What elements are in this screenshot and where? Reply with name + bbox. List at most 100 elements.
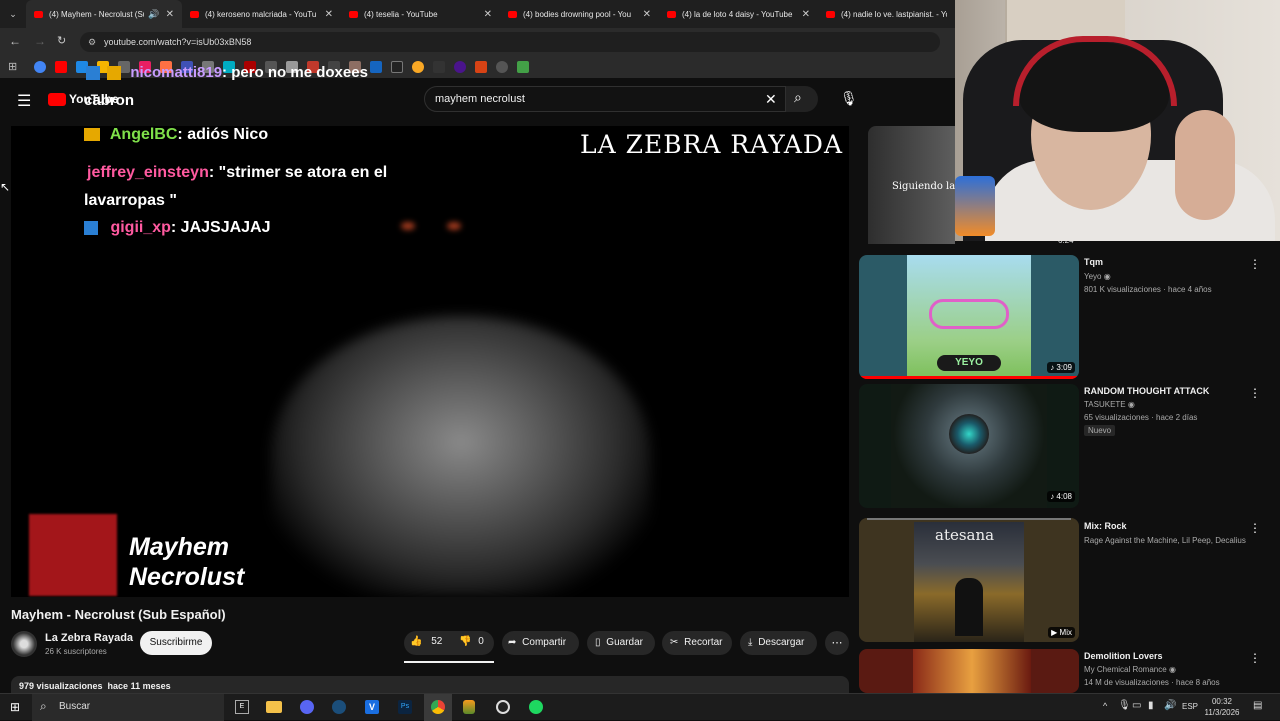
duration-badge: ♪ 3:09 (1047, 362, 1075, 373)
watch-progress-bar (859, 376, 1079, 379)
chrome-taskbar-button[interactable] (424, 694, 452, 721)
tab-bodies[interactable]: (4) bodies drowning pool - You ✕ (500, 0, 659, 28)
rec-title: RANDOM THOUGHT ATTACK (1084, 386, 1210, 396)
tray-chevron-icon[interactable]: ^ (1103, 701, 1107, 711)
recommendation-card[interactable]: YEYO ♪ 3:09 Tqm Yeyo ◉ 801 K visualizaci… (859, 255, 1271, 379)
url-input[interactable]: ⚙ youtube.com/watch?v=isUb03xBN58 (80, 32, 940, 52)
more-vertical-icon[interactable]: ⋮ (1249, 386, 1261, 400)
back-icon[interactable]: ← (9, 34, 21, 48)
channel-avatar[interactable] (11, 631, 37, 657)
recommendation-card[interactable]: atesana ▶ Mix Mix: Rock Rage Against the… (859, 518, 1271, 642)
mouse-cursor-icon: ↖ (0, 180, 11, 194)
top-recommendation-card[interactable]: Siguiendo la (868, 126, 955, 244)
language-indicator[interactable]: ESP (1182, 702, 1198, 711)
taskbar-search-input[interactable]: ⌕ Buscar (32, 694, 224, 721)
tab-nadie[interactable]: (4) nadie lo ve. lastpianist. - Yo (818, 0, 955, 28)
clear-search-icon[interactable]: ✕ (765, 87, 777, 111)
photoshop-icon[interactable]: Ps (398, 700, 412, 714)
recommendation-card[interactable]: ♪ 4:08 RANDOM THOUGHT ATTACK TASUKETE ◉ … (859, 384, 1271, 508)
dislike-button[interactable]: 👎 0 (459, 636, 484, 647)
channel-watermark: LA ZEBRA RAYADA (580, 130, 843, 159)
bookmark-icon[interactable] (517, 61, 529, 73)
battery-icon[interactable]: ▮ (1148, 700, 1154, 711)
speaker-icon[interactable]: 🔊 (148, 9, 159, 20)
rec-title: Tqm (1084, 257, 1103, 267)
tab-loto[interactable]: (4) la de loto 4 daisy - YouTube ✕ (659, 0, 818, 28)
red-logo-block (29, 514, 117, 596)
video-player[interactable]: LA ZEBRA RAYADA Mayhem Necrolust AngelBC… (11, 126, 849, 597)
duration-badge: ▶ Mix (1048, 627, 1075, 638)
more-vertical-icon[interactable]: ⋮ (1249, 521, 1261, 535)
youtube-favicon-icon (34, 10, 43, 18)
video-thumbnail: ♪ 4:08 (859, 384, 1079, 508)
thumbnail-art (913, 649, 1031, 693)
epic-games-icon[interactable]: E (235, 700, 249, 714)
tab-close-icon[interactable]: ✕ (484, 9, 492, 20)
like-button[interactable]: 👍 52 (410, 636, 442, 647)
bookmark-icon[interactable] (412, 61, 424, 73)
bookmark-icon[interactable] (454, 61, 466, 73)
channel-name[interactable]: La Zebra Rayada (45, 632, 133, 644)
tab-teselia[interactable]: (4) teselia - YouTube ✕ (341, 0, 500, 28)
save-button[interactable]: ▯ Guardar (587, 631, 655, 655)
share-button[interactable]: ➦ Compartir (502, 631, 579, 655)
bookmark-icon[interactable] (496, 61, 508, 73)
obs-icon[interactable] (496, 700, 510, 714)
download-icon: ⤓ (748, 637, 753, 648)
download-button[interactable]: ⤓ Descargar (740, 631, 817, 655)
verified-icon: ◉ (1103, 272, 1111, 281)
steam-icon[interactable] (332, 700, 346, 714)
tab-keroseno[interactable]: (4) keroseno malcriada - YouTu ✕ (182, 0, 341, 28)
mic-icon[interactable]: 🎙 (840, 90, 858, 107)
volume-icon[interactable]: 🔊 (1164, 700, 1176, 711)
tab-close-icon[interactable]: ✕ (325, 9, 333, 20)
thumbnail-art (949, 414, 989, 454)
share-icon: ➦ (508, 637, 517, 648)
tab-mayhem[interactable]: (4) Mayhem - Necrolust (Su 🔊 ✕ (26, 0, 182, 28)
recommendation-card[interactable]: Demolition Lovers My Chemical Romance ◉ … (859, 649, 1271, 693)
search-button[interactable]: ⌕ (786, 86, 818, 112)
youtube-favicon-icon (190, 10, 199, 18)
webcam-sticker (955, 176, 995, 236)
clock[interactable]: 00:32 11/3/2026 (1202, 696, 1242, 718)
tab-close-icon[interactable]: ✕ (166, 9, 174, 20)
bookmark-icon[interactable] (55, 61, 67, 73)
forward-icon[interactable]: → (34, 34, 46, 48)
file-explorer-icon[interactable] (266, 701, 282, 713)
tab-search-chevron-icon[interactable]: ⌄ (0, 0, 26, 28)
youtube-favicon-icon (667, 10, 676, 18)
search-input[interactable]: mayhem necrolust ✕ (424, 86, 786, 112)
notification-icon[interactable]: ▤ (1253, 700, 1262, 711)
chat-message: nicomatti819: pero no me doxees (86, 64, 368, 81)
thumbnail-art (955, 578, 983, 636)
site-info-icon[interactable]: ⚙ (88, 32, 96, 52)
spotify-icon[interactable] (529, 700, 543, 714)
youtube-favicon-icon (508, 10, 517, 18)
more-vertical-icon[interactable]: ⋮ (1249, 651, 1261, 665)
bookmark-icon[interactable] (391, 61, 403, 73)
more-vertical-icon[interactable]: ⋮ (1249, 257, 1261, 271)
windows-start-icon[interactable]: ⊞ (10, 700, 20, 714)
reload-icon[interactable]: ↻ (57, 34, 66, 47)
tab-close-icon[interactable]: ✕ (643, 9, 651, 20)
menu-icon[interactable]: ☰ (17, 91, 31, 111)
thumbs-down-icon: 👎 (459, 636, 472, 647)
tab-close-icon[interactable]: ✕ (802, 9, 810, 20)
mic-tray-icon[interactable]: 🎙 (1118, 700, 1131, 711)
apps-grid-icon[interactable]: ⊞ (8, 60, 17, 73)
bookmark-icon[interactable] (475, 61, 487, 73)
clip-button[interactable]: ✂ Recortar (662, 631, 732, 655)
video-frame (271, 316, 651, 596)
discord-icon[interactable] (300, 700, 314, 714)
bookmark-icon[interactable] (370, 61, 382, 73)
v-app-icon[interactable]: V (365, 700, 379, 714)
verified-icon: ◉ (1168, 665, 1176, 674)
more-actions-button[interactable]: ⋯ (825, 631, 849, 655)
fl-studio-icon[interactable] (463, 700, 475, 714)
badge-icon (86, 66, 100, 81)
network-icon[interactable]: ▭ (1132, 700, 1141, 711)
video-thumbnail: YEYO ♪ 3:09 (859, 255, 1079, 379)
bookmark-icon[interactable] (34, 61, 46, 73)
bookmark-icon[interactable] (433, 61, 445, 73)
subscribe-button[interactable]: Suscribirme (140, 631, 212, 655)
